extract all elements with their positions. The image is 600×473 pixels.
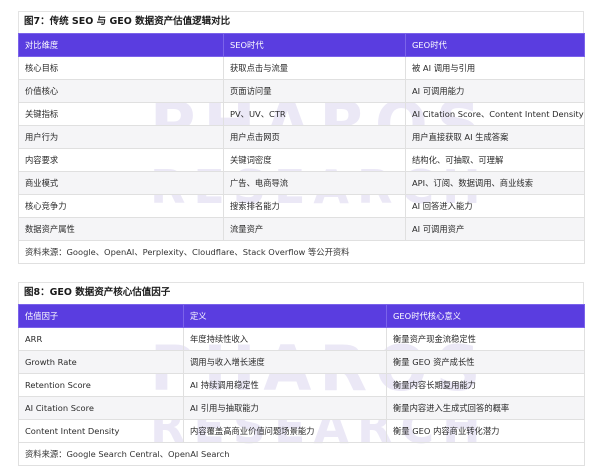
table-cell: 搜索排名能力 bbox=[223, 194, 406, 218]
table2-source-note: 资料来源：Google Search Central、OpenAI Search bbox=[18, 442, 585, 466]
table-cell: 价值核心 bbox=[18, 79, 224, 103]
table-cell: 获取点击与流量 bbox=[223, 56, 406, 80]
table-cell: 流量资产 bbox=[223, 217, 406, 241]
table2: 估值因子 定义 GEO时代核心意义 ARR 年度持续性收入 衡量资产现金流稳定性… bbox=[18, 304, 585, 466]
table-cell: 衡量 GEO 内容商业转化潜力 bbox=[386, 419, 585, 443]
table-cell: AI Citation Score、Content Intent Density bbox=[405, 102, 585, 126]
table-row: ARR 年度持续性收入 衡量资产现金流稳定性 bbox=[18, 327, 585, 351]
table-cell: Retention Score bbox=[18, 373, 184, 397]
table-cell: 关键指标 bbox=[18, 102, 224, 126]
table-row: Content Intent Density 内容覆盖高商业价值问题场景能力 衡… bbox=[18, 419, 585, 443]
table1-header-row: 对比维度 SEO时代 GEO时代 bbox=[18, 33, 585, 57]
table-cell: AI 回答进入能力 bbox=[405, 194, 585, 218]
table-row: AI Citation Score AI 引用与抽取能力 衡量内容进入生成式回答… bbox=[18, 396, 585, 420]
table-cell: 衡量资产现金流稳定性 bbox=[386, 327, 585, 351]
table-cell: PV、UV、CTR bbox=[223, 102, 406, 126]
table-cell: 衡量内容长期复用能力 bbox=[386, 373, 585, 397]
table-cell: AI 可调用能力 bbox=[405, 79, 585, 103]
table-row: 用户行为 用户点击网页 用户直接获取 AI 生成答案 bbox=[18, 125, 585, 149]
table1-header-geo: GEO时代 bbox=[405, 33, 585, 57]
table-row: 商业模式 广告、电商导流 API、订阅、数据调用、商业线索 bbox=[18, 171, 585, 195]
table-cell: 用户直接获取 AI 生成答案 bbox=[405, 125, 585, 149]
table-cell: 核心目标 bbox=[18, 56, 224, 80]
table-row: 内容要求 关键词密度 结构化、可抽取、可理解 bbox=[18, 148, 585, 172]
table-cell: 内容要求 bbox=[18, 148, 224, 172]
table2-header-factor: 估值因子 bbox=[18, 304, 184, 328]
table1-header-dimension: 对比维度 bbox=[18, 33, 224, 57]
table-cell: 用户行为 bbox=[18, 125, 224, 149]
table-row: 数据资产属性 流量资产 AI 可调用资产 bbox=[18, 217, 585, 241]
table1: 对比维度 SEO时代 GEO时代 核心目标 获取点击与流量 被 AI 调用与引用… bbox=[18, 33, 585, 264]
table1-source-row: 资料来源：Google、OpenAI、Perplexity、Cloudflare… bbox=[18, 240, 585, 264]
table-cell: 衡量内容进入生成式回答的概率 bbox=[386, 396, 585, 420]
table-row: 核心竞争力 搜索排名能力 AI 回答进入能力 bbox=[18, 194, 585, 218]
table-row: 关键指标 PV、UV、CTR AI Citation Score、Content… bbox=[18, 102, 585, 126]
table-cell: AI 持续调用稳定性 bbox=[183, 373, 387, 397]
table-cell: 核心竞争力 bbox=[18, 194, 224, 218]
table-cell: 年度持续性收入 bbox=[183, 327, 387, 351]
table2-source-row: 资料来源：Google Search Central、OpenAI Search bbox=[18, 442, 585, 466]
table-cell: ARR bbox=[18, 327, 184, 351]
table-row: Growth Rate 调用与收入增长速度 衡量 GEO 资产成长性 bbox=[18, 350, 585, 374]
table-cell: 数据资产属性 bbox=[18, 217, 224, 241]
table-cell: 调用与收入增长速度 bbox=[183, 350, 387, 374]
table-cell: AI 引用与抽取能力 bbox=[183, 396, 387, 420]
table-cell: 广告、电商导流 bbox=[223, 171, 406, 195]
table-cell: 结构化、可抽取、可理解 bbox=[405, 148, 585, 172]
table-cell: AI Citation Score bbox=[18, 396, 184, 420]
table-cell: 商业模式 bbox=[18, 171, 224, 195]
table2-header-meaning: GEO时代核心意义 bbox=[386, 304, 585, 328]
table-cell: 被 AI 调用与引用 bbox=[405, 56, 585, 80]
table-cell: 页面访问量 bbox=[223, 79, 406, 103]
table-cell: Content Intent Density bbox=[18, 419, 184, 443]
table-row: 价值核心 页面访问量 AI 可调用能力 bbox=[18, 79, 585, 103]
table2-title: 图8：GEO 数据资产核心估值因子 bbox=[24, 287, 171, 298]
table-cell: AI 可调用资产 bbox=[405, 217, 585, 241]
table1-source-note: 资料来源：Google、OpenAI、Perplexity、Cloudflare… bbox=[18, 240, 585, 264]
table-row: 核心目标 获取点击与流量 被 AI 调用与引用 bbox=[18, 56, 585, 80]
table-cell: 内容覆盖高商业价值问题场景能力 bbox=[183, 419, 387, 443]
table1-title: 图7：传统 SEO 与 GEO 数据资产估值逻辑对比 bbox=[24, 16, 231, 27]
table-cell: 关键词密度 bbox=[223, 148, 406, 172]
table-cell: Growth Rate bbox=[18, 350, 184, 374]
table2-header-row: 估值因子 定义 GEO时代核心意义 bbox=[18, 304, 585, 328]
table1-header-seo: SEO时代 bbox=[223, 33, 406, 57]
table2-header-definition: 定义 bbox=[183, 304, 387, 328]
table-row: Retention Score AI 持续调用稳定性 衡量内容长期复用能力 bbox=[18, 373, 585, 397]
table-cell: 衡量 GEO 资产成长性 bbox=[386, 350, 585, 374]
table-cell: API、订阅、数据调用、商业线索 bbox=[405, 171, 585, 195]
table-cell: 用户点击网页 bbox=[223, 125, 406, 149]
